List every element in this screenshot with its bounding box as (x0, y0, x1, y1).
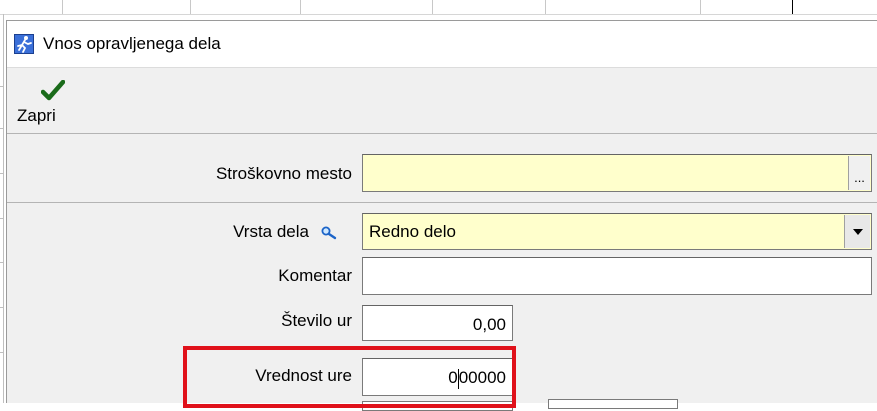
comment-input[interactable] (362, 257, 872, 295)
chevron-down-icon (853, 229, 863, 235)
hour-value-decimals: 00000 (458, 368, 506, 387)
grid-line (190, 0, 191, 14)
grid-tick (0, 86, 4, 87)
hours-label: Število ur (281, 311, 352, 330)
section-divider (7, 202, 877, 203)
grid-line (432, 0, 433, 14)
close-button[interactable]: Zapri (11, 76, 83, 126)
grid-line (792, 0, 793, 14)
grid-tick (0, 218, 4, 219)
grid-line (700, 0, 701, 14)
work-type-label: Vrsta dela (233, 222, 309, 241)
cost-center-browse-button[interactable]: ... (848, 156, 870, 190)
grid-tick (0, 173, 4, 174)
hour-value-integer: 0 (448, 368, 458, 387)
grid-line (300, 0, 301, 14)
hour-value-input[interactable]: 000000 (362, 358, 513, 396)
grid-line (545, 0, 546, 14)
grid-tick (0, 307, 4, 308)
checkmark-icon (41, 80, 65, 101)
grid-tick (0, 352, 4, 353)
grid-line (62, 0, 63, 14)
dialog-window: Vnos opravljenega dela Zapri Stroškovno … (6, 20, 877, 411)
grid-tick (0, 128, 4, 129)
cost-center-input[interactable]: ... (362, 154, 872, 192)
title-bar[interactable]: Vnos opravljenega dela (7, 21, 877, 67)
work-type-dropdown-button[interactable] (844, 215, 870, 248)
toolbar: Zapri (7, 67, 877, 168)
comment-label: Komentar (278, 266, 352, 285)
section-divider (7, 133, 877, 134)
window-title: Vnos opravljenega dela (43, 34, 221, 53)
magnifier-icon[interactable] (321, 226, 337, 240)
background-grid-edge (3, 14, 4, 403)
hour-value-label: Vrednost ure (255, 366, 352, 385)
next-row-input-2[interactable] (548, 399, 678, 409)
grid-tick (0, 262, 4, 263)
work-type-value: Redno delo (369, 222, 456, 241)
close-button-label: Zapri (17, 106, 56, 125)
work-type-select[interactable]: Redno delo (362, 213, 872, 250)
background-grid-header (0, 0, 877, 15)
hours-input[interactable]: 0,00 (362, 305, 513, 341)
cost-center-label: Stroškovno mesto (215, 164, 352, 183)
app-runner-icon (14, 34, 34, 54)
hours-value: 0,00 (472, 315, 506, 334)
